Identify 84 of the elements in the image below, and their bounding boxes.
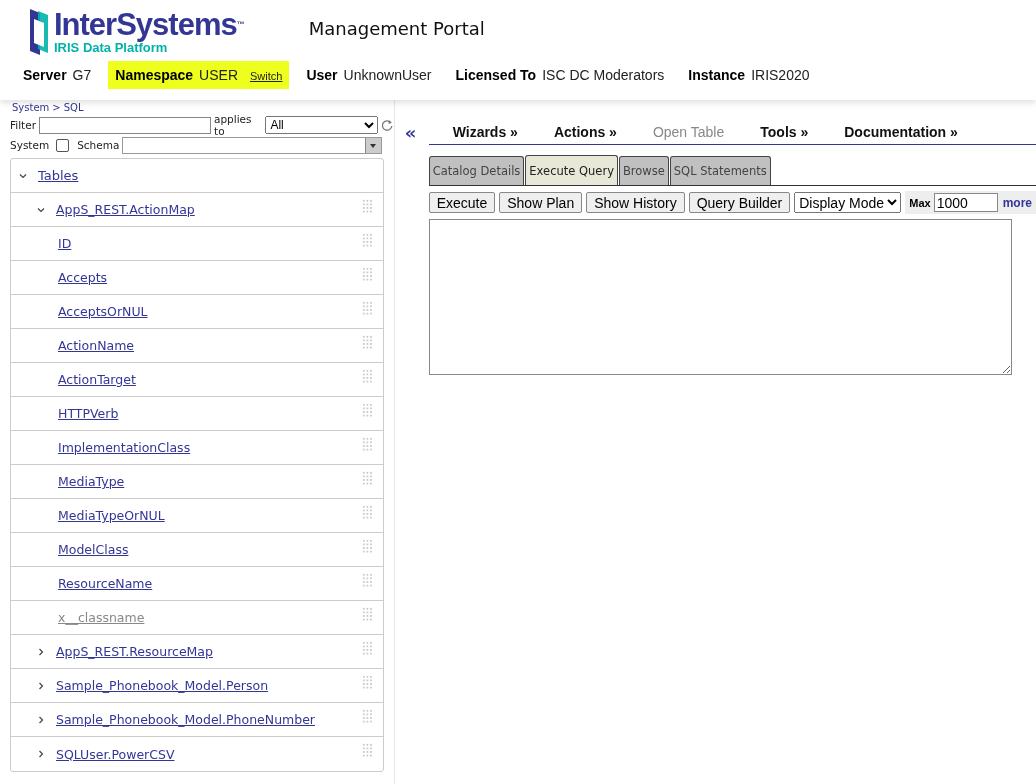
tree-link[interactable]: MediaType	[58, 474, 125, 489]
drag-handle-icon[interactable]	[362, 505, 373, 519]
tree-link[interactable]: AcceptsOrNUL	[58, 304, 148, 319]
max-label: Max	[909, 196, 931, 209]
chevron-down-icon[interactable]	[37, 205, 45, 214]
drag-handle-icon[interactable]	[362, 233, 373, 247]
drag-handle-icon[interactable]	[362, 743, 373, 757]
schema-label: Schema	[77, 139, 120, 151]
dropdown-icon[interactable]	[365, 137, 382, 153]
drag-handle-icon[interactable]	[362, 573, 373, 587]
tree-link[interactable]: ImplementationClass	[58, 440, 191, 455]
tree-link[interactable]: Accepts	[58, 270, 108, 285]
info-value: IRIS2020	[751, 67, 810, 83]
info-label: Instance	[688, 67, 746, 83]
info-value: G7	[72, 67, 92, 83]
chevron-right-icon[interactable]	[37, 715, 45, 724]
drag-handle-icon[interactable]	[362, 607, 373, 621]
breadcrumb-link[interactable]: System	[12, 102, 50, 113]
applies-to-select[interactable]: All	[265, 116, 379, 134]
toolbar-button[interactable]: Show Plan	[499, 192, 583, 213]
display-mode-select[interactable]: Display Mode	[794, 192, 902, 213]
switch-link[interactable]: Switch	[250, 70, 283, 82]
drag-handle-icon[interactable]	[362, 675, 373, 689]
info-value: USER	[199, 67, 238, 83]
tree-link[interactable]: ModelClass	[58, 542, 129, 557]
drag-handle-icon[interactable]	[362, 539, 373, 553]
tab[interactable]: Catalog Details	[428, 156, 525, 185]
tree-link[interactable]: HTTPVerb	[58, 406, 119, 421]
more-link[interactable]: more	[1002, 195, 1032, 210]
trademark: ™	[236, 19, 245, 29]
drag-handle-icon[interactable]	[362, 709, 373, 723]
chevron-right-icon[interactable]	[37, 647, 45, 656]
tree-link[interactable]: AppS_REST.ActionMap	[56, 202, 195, 217]
page-title: Management Portal	[308, 17, 485, 39]
tab[interactable]: SQL Statements	[669, 156, 771, 185]
system-label: System	[10, 139, 50, 151]
filter-label: Filter	[10, 119, 36, 131]
tree-link[interactable]: AppS_REST.ResourceMap	[56, 644, 213, 659]
menu-item[interactable]: Actions »	[529, 124, 629, 140]
info-label: User	[306, 67, 338, 83]
tree-link[interactable]: SQLUser.PowerCSV	[56, 746, 175, 762]
max-rows-field[interactable]: 1000	[933, 193, 998, 212]
drag-handle-icon[interactable]	[362, 369, 373, 383]
info-value: ISC DC Moderators	[542, 67, 665, 83]
info-label: Server	[23, 67, 67, 83]
chevron-right-icon[interactable]	[37, 750, 45, 758]
tree-link[interactable]: Sample_Phonebook_Model.PhoneNumber	[56, 712, 315, 727]
drag-handle-icon[interactable]	[362, 403, 373, 417]
toolbar-button[interactable]: Execute	[428, 192, 496, 213]
tree-link[interactable]: MediaTypeOrNUL	[58, 508, 165, 523]
drag-handle-icon[interactable]	[362, 437, 373, 451]
applies-to-label: applies to	[214, 113, 253, 137]
drag-handle-icon[interactable]	[362, 199, 373, 213]
menu-item[interactable]: Tools »	[736, 124, 821, 140]
system-checkbox[interactable]	[56, 138, 70, 152]
menu-item[interactable]: Documentation »	[820, 124, 970, 140]
drag-handle-icon[interactable]	[362, 335, 373, 349]
tree-link[interactable]: ID	[58, 236, 72, 251]
query-editor[interactable]	[428, 219, 1012, 375]
tree-link[interactable]: ResourceName	[58, 576, 153, 591]
toolbar-button[interactable]: Query Builder	[688, 192, 791, 213]
drag-handle-icon[interactable]	[362, 641, 373, 655]
collapse-button[interactable]: «	[404, 122, 429, 143]
info-value: UnknownUser	[343, 67, 432, 83]
tree-link[interactable]: Sample_Phonebook_Model.Person	[56, 678, 269, 693]
tree-link[interactable]: ActionTarget	[58, 372, 136, 387]
menu-item[interactable]: Wizards »	[428, 124, 530, 140]
logo-icon	[28, 7, 50, 57]
breadcrumb-separator: >	[52, 102, 61, 113]
drag-handle-icon[interactable]	[362, 301, 373, 315]
breadcrumb-link[interactable]: SQL	[63, 102, 84, 113]
drag-handle-icon[interactable]	[362, 471, 373, 485]
info-label: Licensed To	[455, 67, 537, 83]
chevron-down-icon[interactable]	[19, 171, 27, 180]
tree-link[interactable]: ActionName	[58, 338, 135, 353]
info-label: Namespace	[115, 67, 194, 83]
refresh-icon[interactable]	[381, 118, 394, 132]
filter-field[interactable]	[39, 116, 211, 134]
tab[interactable]: Execute Query	[525, 155, 618, 185]
logo-name: InterSystems	[54, 6, 237, 42]
drag-handle-icon[interactable]	[362, 267, 373, 281]
chevron-right-icon[interactable]	[37, 681, 45, 690]
toolbar-button[interactable]: Show History	[586, 192, 685, 213]
tab[interactable]: Browse	[618, 156, 669, 185]
